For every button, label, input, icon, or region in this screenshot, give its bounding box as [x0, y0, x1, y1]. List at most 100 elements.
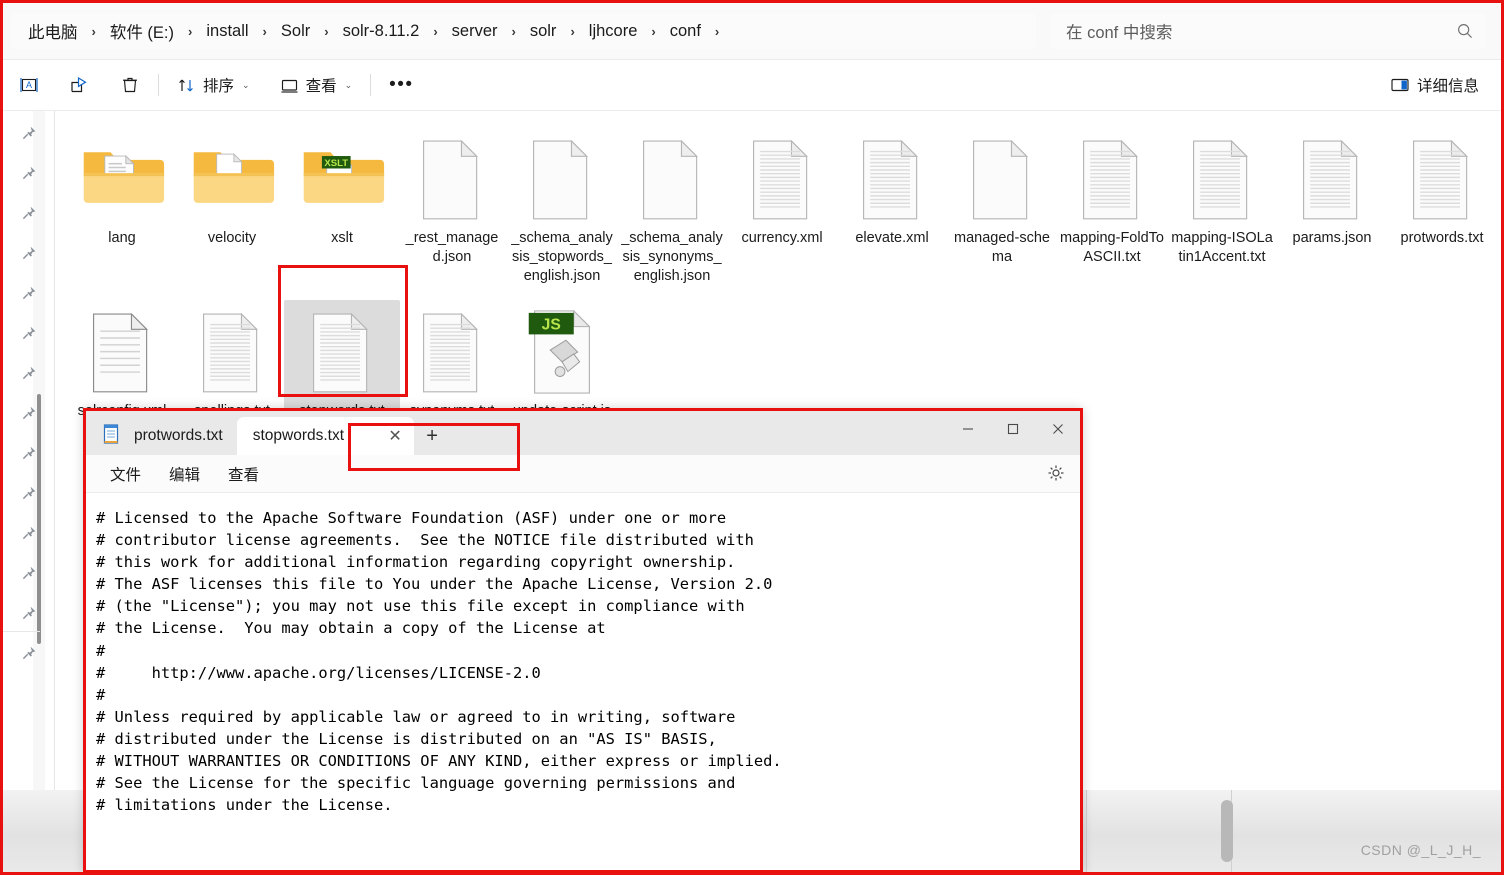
breadcrumb-item-3[interactable]: Solr	[278, 20, 313, 43]
maximize-button[interactable]	[990, 411, 1035, 447]
breadcrumb-separator[interactable]: ›	[263, 24, 267, 39]
breadcrumb-item-7[interactable]: ljhcore	[586, 20, 641, 43]
file-item-label: mapping-FoldToASCII.txt	[1060, 230, 1164, 265]
minimize-button[interactable]	[945, 411, 990, 447]
pin-icon	[21, 365, 37, 381]
breadcrumb-item-5[interactable]: server	[449, 20, 501, 43]
file-item-15[interactable]: stopwords.txt	[284, 292, 400, 427]
notepad-menu-1[interactable]: 编辑	[159, 459, 210, 489]
file-item-16[interactable]: synonyms.txt	[397, 292, 507, 427]
tab-label: protwords.txt	[134, 427, 223, 444]
file-item-9[interactable]: mapping-FoldToASCII.txt	[1057, 119, 1167, 292]
sidebar-scrollbar-thumb[interactable]	[37, 394, 41, 644]
file-item-12[interactable]: protwords.txt	[1387, 119, 1497, 292]
pin-icon	[21, 605, 37, 621]
file-icon	[514, 133, 610, 225]
file-icon	[184, 306, 280, 398]
breadcrumb-item-8[interactable]: conf	[667, 20, 704, 43]
breadcrumb-item-6[interactable]: solr	[527, 20, 560, 43]
file-item-label: velocity	[207, 230, 257, 246]
sort-button[interactable]: 排序 ⌄	[169, 68, 258, 102]
file-item-11[interactable]: params.json	[1277, 119, 1387, 292]
folder-icon	[74, 133, 170, 225]
breadcrumb-item-1[interactable]: 软件 (E:)	[107, 17, 177, 45]
file-icon	[1394, 133, 1490, 225]
share-button[interactable]	[61, 68, 98, 102]
file-item-0[interactable]: lang	[67, 119, 177, 292]
delete-button[interactable]	[112, 68, 148, 102]
file-item-13[interactable]: solrconfig.xml	[67, 292, 177, 427]
breadcrumb-separator[interactable]: ›	[512, 24, 516, 39]
chevron-down-icon: ⌄	[242, 79, 250, 90]
details-pane-button[interactable]: 详细信息	[1382, 68, 1487, 102]
folder-icon	[184, 133, 280, 225]
file-item-label: managed-schema	[954, 230, 1050, 265]
delete-icon	[123, 77, 137, 93]
file-icon	[844, 133, 940, 225]
file-item-17[interactable]: JSupdate-script.js	[507, 292, 617, 427]
breadcrumb-item-2[interactable]: install	[203, 20, 251, 43]
breadcrumb-separator[interactable]: ›	[92, 24, 96, 39]
file-item-inner: currency.xml	[724, 127, 840, 254]
file-item-2[interactable]: XSLT xslt	[287, 119, 397, 292]
file-icon	[1284, 133, 1380, 225]
sort-icon	[179, 79, 193, 91]
notepad-icon	[103, 424, 119, 444]
gear-icon[interactable]	[1046, 463, 1066, 483]
breadcrumb-item-0[interactable]: 此电脑	[25, 17, 81, 45]
file-item-1[interactable]: velocity	[177, 119, 287, 292]
breadcrumb-separator[interactable]: ›	[651, 24, 655, 39]
pin-icon	[21, 125, 37, 141]
file-item-inner: XSLT xslt	[284, 127, 400, 254]
close-button[interactable]	[1035, 411, 1080, 447]
file-item-6[interactable]: currency.xml	[727, 119, 837, 292]
breadcrumb-separator[interactable]: ›	[188, 24, 192, 39]
notepad-menu-2[interactable]: 查看	[218, 459, 269, 489]
file-item-label: currency.xml	[741, 230, 823, 246]
file-item-5[interactable]: _schema_analysis_synonyms_english.json	[617, 119, 727, 292]
rename-button[interactable]: A	[11, 68, 47, 102]
chevron-down-icon: ⌄	[344, 79, 353, 90]
file-item-7[interactable]: elevate.xml	[837, 119, 947, 292]
close-tab-icon[interactable]: ✕	[384, 426, 406, 446]
search-box[interactable]: 在 conf 中搜索	[1050, 13, 1486, 49]
file-item-label: protwords.txt	[1400, 230, 1484, 246]
navigation-sidebar[interactable]	[3, 111, 55, 872]
file-icon	[734, 133, 830, 225]
tab-stopwords[interactable]: stopwords.txt ✕	[236, 417, 415, 455]
file-icon	[954, 133, 1050, 225]
file-item-inner: managed-schema	[944, 127, 1060, 273]
search-input[interactable]: 在 conf 中搜索	[1066, 19, 1456, 43]
pin-icon	[21, 485, 37, 501]
file-icon: JS	[514, 306, 610, 398]
view-button[interactable]: 查看 ⌄	[272, 68, 361, 102]
pin-icon	[21, 405, 37, 421]
close-icon	[1052, 424, 1063, 434]
file-item-14[interactable]: spellings.txt	[177, 292, 287, 427]
notepad-menu-0[interactable]: 文件	[100, 459, 151, 489]
tab-protwords[interactable]: protwords.txt	[118, 417, 237, 455]
breadcrumb-item-4[interactable]: solr-8.11.2	[340, 20, 423, 43]
text-editor-content[interactable]: # Licensed to the Apache Software Founda…	[86, 493, 1080, 870]
file-item-label: elevate.xml	[855, 230, 929, 246]
breadcrumb-separator[interactable]: ›	[715, 24, 719, 39]
breadcrumb-separator[interactable]: ›	[324, 24, 328, 39]
file-item-10[interactable]: mapping-ISOLatin1Accent.txt	[1167, 119, 1277, 292]
view-label: 查看	[305, 78, 337, 95]
file-item-3[interactable]: _rest_managed.json	[397, 119, 507, 292]
more-options-button[interactable]: •••	[381, 68, 421, 102]
file-item-inner: mapping-ISOLatin1Accent.txt	[1164, 127, 1280, 273]
file-icon	[404, 133, 500, 225]
rename-icon: A	[20, 78, 38, 92]
breadcrumb[interactable]: 此电脑 › 软件 (E:) › install › Solr › solr-8.11.2 › ser…	[11, 13, 1036, 49]
file-item-4[interactable]: _schema_analysis_stopwords_english.json	[507, 119, 617, 292]
file-item-label: xslt	[331, 230, 353, 246]
breadcrumb-separator[interactable]: ›	[433, 24, 437, 39]
new-tab-button[interactable]: +	[414, 417, 450, 455]
svg-text:JS: JS	[542, 317, 561, 334]
toolbar-divider-2	[370, 74, 372, 96]
file-item-inner: params.json	[1274, 127, 1390, 254]
file-item-8[interactable]: managed-schema	[947, 119, 1057, 292]
breadcrumb-separator[interactable]: ›	[570, 24, 574, 39]
maximize-icon	[1007, 423, 1018, 435]
